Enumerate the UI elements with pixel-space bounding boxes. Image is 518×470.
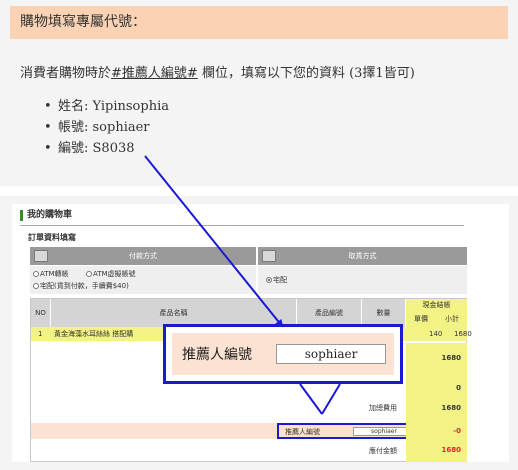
- column-quantity: 數量: [362, 299, 406, 327]
- payable-amount: 1680: [406, 439, 467, 462]
- referrer-row: 推薦人編號 sophiaer -0: [31, 423, 467, 439]
- payment-options: ATM轉帳 ATM虛擬帳號 宅配(貨到付款，手續費$40): [30, 266, 256, 294]
- payment-option-virtual-atm[interactable]: ATM虛擬帳號: [86, 269, 136, 279]
- payable-row: 應付金額 1680: [31, 439, 467, 462]
- column-cash: 現金結帳 單價 小計: [406, 299, 467, 327]
- referrer-info-list: • 姓名: Yipinsophia • 帳號: sophiaer • 編號: S803…: [44, 96, 169, 159]
- column-no: NO: [31, 299, 51, 327]
- shipping-options: 宅配: [258, 266, 467, 294]
- payable-label: 應付金額: [369, 447, 397, 455]
- shipping-method-header: 取貨方式: [258, 247, 467, 265]
- list-item-name: • 姓名: Yipinsophia: [44, 96, 169, 117]
- radio-icon[interactable]: [266, 277, 272, 283]
- referrer-code-field-name: #推薦人編號#: [111, 66, 198, 81]
- intro-prefix: 消費者購物時於: [20, 66, 112, 81]
- order-form-title: 訂單資料填寫: [28, 233, 76, 242]
- bullet-icon: •: [44, 120, 52, 135]
- payment-option-cod[interactable]: 宅配(貨到付款，手續費$40): [33, 281, 129, 291]
- column-product-code: 產品編號: [297, 299, 362, 327]
- radio-icon[interactable]: [33, 283, 39, 289]
- referrer-label: 推薦人編號: [285, 428, 320, 436]
- item-unit-price: 140: [429, 330, 443, 338]
- summary-row-total-fee: 加總費用 1680: [31, 393, 467, 423]
- list-item-number: • 編號: S8038: [44, 138, 169, 159]
- referrer-zoom-callout: 推薦人編號 sophiaer: [163, 324, 403, 384]
- referrer-discount: -0: [406, 423, 467, 439]
- summary-value: 1680: [406, 393, 467, 423]
- title-divider: [20, 225, 464, 226]
- column-subtotal: 小計: [445, 315, 459, 323]
- radio-icon[interactable]: [86, 271, 92, 277]
- payment-method-header: 付款方式: [30, 247, 256, 265]
- radio-icon[interactable]: [33, 271, 39, 277]
- item-subtotal: 1680: [454, 330, 472, 338]
- bullet-icon: •: [44, 141, 52, 156]
- instruction-heading: 購物填寫專屬代號：: [10, 6, 508, 39]
- instruction-card: 購物填寫專屬代號： 消費者購物時於#推薦人編號# 欄位，填寫以下您的資料 (3擇…: [0, 0, 518, 186]
- instruction-text: 消費者購物時於#推薦人編號# 欄位，填寫以下您的資料 (3擇1皆可): [20, 62, 415, 81]
- shipping-option-home[interactable]: 宅配: [266, 275, 287, 285]
- item-no: 1: [38, 330, 43, 338]
- list-item-account: • 帳號: sophiaer: [44, 117, 169, 138]
- intro-suffix: 欄位，填寫以下您的資料 (3擇1皆可): [197, 66, 415, 81]
- callout-label: 推薦人編號: [182, 347, 252, 363]
- column-product-name: 產品名稱: [51, 299, 297, 327]
- callout-referrer-input[interactable]: sophiaer: [276, 344, 386, 364]
- cart-title: 我的購物車: [20, 210, 72, 221]
- callout-field: 推薦人編號 sophiaer: [172, 333, 394, 375]
- summary-value: 1680: [406, 343, 467, 373]
- referrer-highlight-box: 推薦人編號 sophiaer: [277, 423, 422, 439]
- item-name[interactable]: 黃金海藻水耳絲絲 搭配購: [54, 327, 133, 341]
- payment-option-atm[interactable]: ATM轉帳: [33, 269, 69, 279]
- bullet-icon: •: [44, 99, 52, 114]
- column-unit-price: 單價: [414, 315, 428, 323]
